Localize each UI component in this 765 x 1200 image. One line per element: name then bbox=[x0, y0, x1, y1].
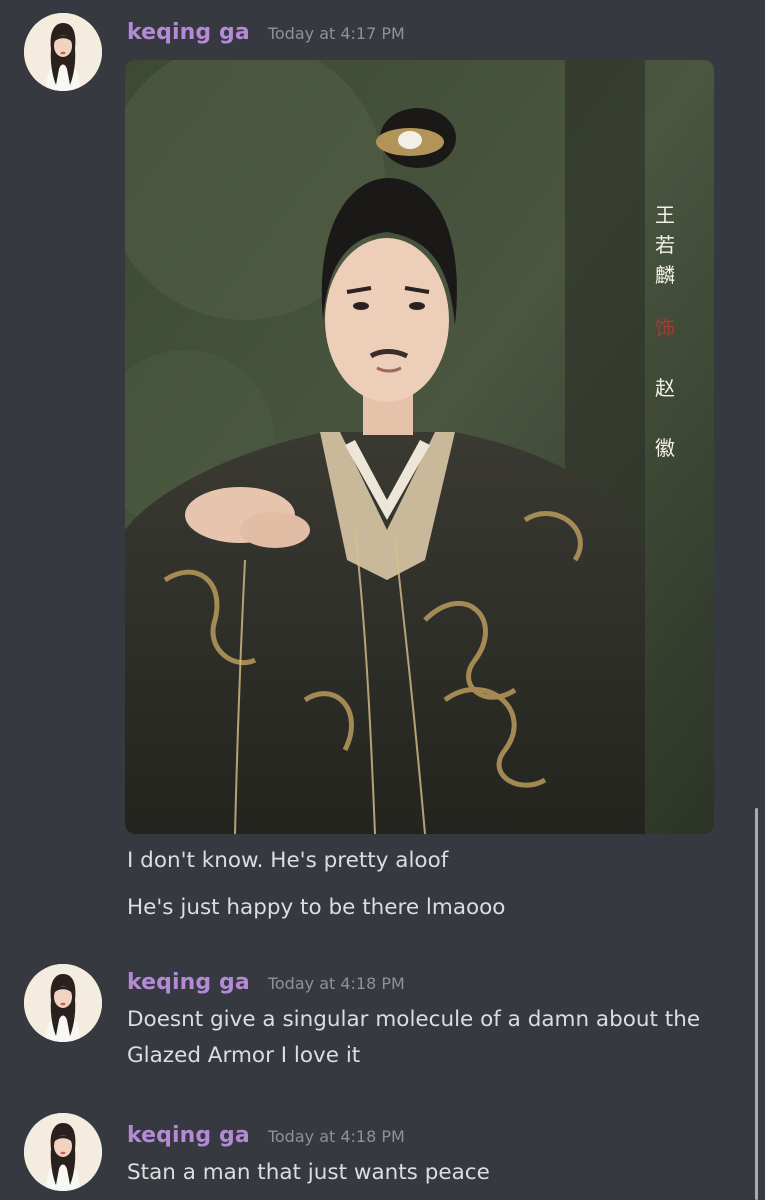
svg-text:徽: 徽 bbox=[655, 436, 675, 460]
svg-text:若: 若 bbox=[655, 233, 675, 257]
scrollbar[interactable] bbox=[755, 808, 758, 1200]
svg-text:麟: 麟 bbox=[655, 263, 675, 287]
message-text: I don't know. He's pretty aloof bbox=[127, 848, 449, 873]
message-header: keqing ga Today at 4:18 PM bbox=[127, 1123, 405, 1148]
svg-text:饰: 饰 bbox=[655, 316, 675, 340]
user-avatar[interactable] bbox=[24, 1113, 102, 1191]
message-header: keqing ga Today at 4:18 PM bbox=[127, 970, 405, 995]
timestamp: Today at 4:17 PM bbox=[267, 24, 405, 43]
message-text: Doesnt give a singular molecule of a dam… bbox=[127, 1007, 701, 1068]
user-avatar[interactable] bbox=[24, 964, 102, 1042]
image-attachment[interactable]: 王 若 麟 饰 赵 徽 bbox=[125, 60, 714, 834]
timestamp: Today at 4:18 PM bbox=[267, 974, 405, 993]
message-text: He's just happy to be there lmaooo bbox=[127, 895, 506, 920]
username[interactable]: keqing ga bbox=[127, 20, 250, 45]
svg-text:赵: 赵 bbox=[655, 376, 675, 400]
message-header: keqing ga Today at 4:17 PM bbox=[127, 20, 405, 45]
timestamp: Today at 4:18 PM bbox=[267, 1127, 405, 1146]
username[interactable]: keqing ga bbox=[127, 970, 250, 995]
message-text: Stan a man that just wants peace bbox=[127, 1160, 490, 1185]
svg-text:王: 王 bbox=[655, 203, 675, 227]
chat-messages: keqing ga Today at 4:17 PM 王 若 麟 饰 赵 徽 I… bbox=[0, 0, 765, 1200]
username[interactable]: keqing ga bbox=[127, 1123, 250, 1148]
user-avatar[interactable] bbox=[24, 13, 102, 91]
